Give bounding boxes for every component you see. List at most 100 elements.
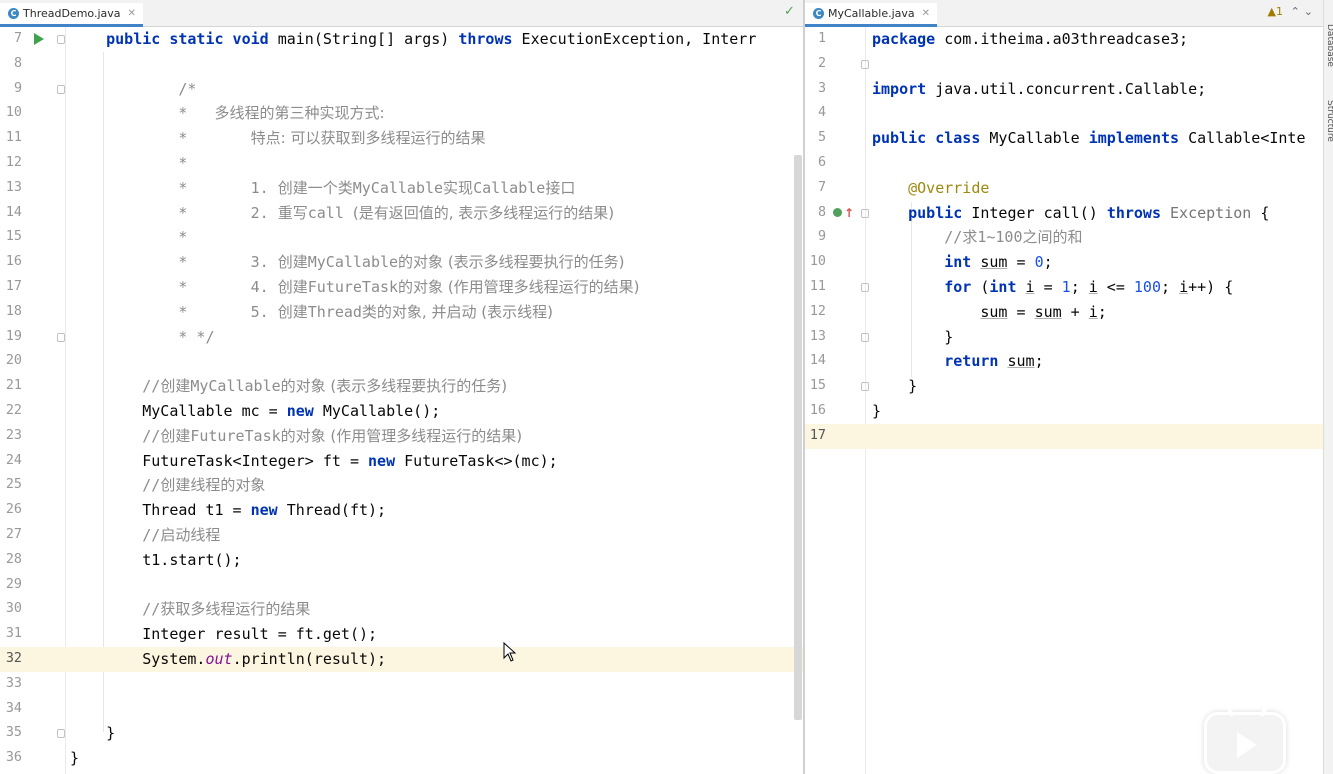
code-editor[interactable]: 1 package com.itheima.a03threadcase3; 2 3 im… — [805, 27, 1323, 774]
code-line[interactable]: 30 //获取多线程运行的结果 — [0, 597, 803, 622]
fold-marker-icon[interactable] — [861, 208, 869, 218]
code-line[interactable]: 16} — [805, 399, 1323, 424]
code-text: @Override — [908, 178, 990, 197]
code-line[interactable]: 28 t1.start(); — [0, 548, 803, 573]
code-line[interactable]: 24 FutureTask<Integer> ft = new FutureTa… — [0, 449, 803, 474]
code-line[interactable]: 14 * 2. 重写call (是有返回值的, 表示多线程运行的结果) — [0, 201, 803, 226]
line-number: 31 — [5, 626, 22, 642]
code-line[interactable]: 34 — [0, 697, 803, 722]
code-line[interactable]: 33 — [0, 672, 803, 697]
run-icon[interactable] — [34, 33, 44, 45]
code-text: t1.start(); — [70, 550, 242, 569]
code-line[interactable]: 15 } — [805, 374, 1323, 399]
code-line[interactable]: 11 for (int i = 1; i <= 100; i++) { — [805, 275, 1323, 300]
close-icon[interactable]: ✕ — [128, 8, 136, 19]
code-line[interactable]: 22 MyCallable mc = new MyCallable(); — [0, 399, 803, 424]
code-line[interactable]: 27 //启动线程 — [0, 523, 803, 548]
code-line[interactable]: 20 — [0, 349, 803, 374]
code-line[interactable]: 15 * — [0, 225, 803, 250]
code-line[interactable]: 29 — [0, 573, 803, 598]
code-line[interactable]: 9 //求1~100之间的和 — [805, 225, 1323, 250]
code-line[interactable]: 10 int sum = 0; — [805, 250, 1323, 275]
code-line[interactable]: 2 — [805, 52, 1323, 77]
code-line[interactable]: 8 — [0, 52, 803, 77]
line-number: 14 — [5, 204, 22, 220]
line-number: 17 — [809, 427, 826, 443]
fold-marker-icon[interactable] — [861, 59, 869, 69]
code-line[interactable]: 36} — [0, 746, 803, 771]
code-line[interactable]: 32 System.out.println(result); — [0, 647, 803, 672]
override-arrow-icon[interactable]: ↑ — [844, 203, 854, 223]
close-icon[interactable]: ✕ — [922, 8, 930, 19]
line-number: 1 — [817, 31, 826, 46]
code-line[interactable]: 21 //创建MyCallable的对象 (表示多线程要执行的任务) — [0, 374, 803, 399]
code-line[interactable]: 18 * 5. 创建Thread类的对象, 并启动 (表示线程) — [0, 300, 803, 325]
code-line[interactable]: 9 /* — [0, 77, 803, 102]
implementation-marker-icon[interactable] — [833, 207, 842, 217]
fold-marker-icon[interactable] — [57, 729, 65, 739]
code-text: public Integer call() throws Exception { — [908, 203, 1270, 222]
fold-marker-icon[interactable] — [861, 382, 869, 392]
line-number: 34 — [5, 700, 22, 716]
line-number: 10 — [5, 105, 22, 121]
code-line[interactable]: 35 } — [0, 721, 803, 746]
fold-marker-icon[interactable] — [861, 332, 869, 342]
warning-indicator[interactable]: ▲1 — [1268, 4, 1283, 20]
code-line[interactable]: 19 * */ — [0, 325, 803, 350]
tab-label: MyCallable.java — [828, 7, 915, 20]
code-line[interactable]: 8 ↑ public Integer call() throws Exceptio… — [805, 201, 1323, 226]
code-line[interactable]: 31 Integer result = ft.get(); — [0, 622, 803, 647]
line-number: 8 — [13, 55, 22, 71]
line-number: 23 — [5, 427, 22, 443]
code-text: //创建MyCallable的对象 (表示多线程要执行的任务) — [142, 377, 508, 396]
structure-tool-tab[interactable]: Structure — [1325, 100, 1333, 142]
code-editor[interactable]: 7 public static void main(String[] args)… — [0, 27, 803, 774]
code-line[interactable]: 11 * 特点: 可以获取到多线程运行的结果 — [0, 126, 803, 151]
line-number: 26 — [5, 502, 22, 518]
fold-marker-icon[interactable] — [57, 84, 65, 94]
code-line[interactable]: 13 * 1. 创建一个类MyCallable实现Callable接口 — [0, 176, 803, 201]
line-number: 11 — [5, 130, 22, 146]
fold-marker-icon[interactable] — [57, 332, 65, 342]
line-number: 29 — [5, 576, 22, 592]
code-line[interactable]: 17 — [805, 423, 1323, 449]
code-line[interactable]: 13 } — [805, 325, 1323, 350]
code-text: * — [178, 228, 188, 247]
code-line[interactable]: 14 return sum; — [805, 349, 1323, 374]
fold-marker-icon[interactable] — [57, 35, 65, 44]
line-number: 16 — [809, 403, 826, 418]
code-line[interactable]: 7 public static void main(String[] args)… — [0, 27, 803, 52]
code-line[interactable]: 12 sum = sum + i; — [805, 300, 1323, 325]
code-line[interactable]: 6 — [805, 151, 1323, 176]
code-line[interactable]: 7 @Override — [805, 176, 1323, 201]
code-text: //启动线程 — [142, 526, 221, 544]
code-line[interactable]: 12 * — [0, 151, 803, 176]
chevron-up-down-icon[interactable]: ⌃⌄ — [1291, 4, 1317, 20]
code-line[interactable]: 5 public class MyCallable implements Call… — [805, 126, 1323, 151]
right-editor-pane: C MyCallable.java ✕ 1 package com.itheima… — [805, 0, 1323, 774]
scrollbar-thumb[interactable] — [794, 155, 802, 720]
line-number: 4 — [817, 105, 826, 121]
video-play-button[interactable] — [1204, 700, 1286, 774]
left-tab-bar: C ThreadDemo.java ✕ — [0, 0, 803, 27]
database-tool-tab[interactable]: Database — [1325, 24, 1333, 67]
line-number: 3 — [817, 80, 826, 96]
fold-marker-icon[interactable] — [861, 283, 869, 292]
line-number: 15 — [5, 229, 22, 245]
code-line[interactable]: 17 * 4. 创建FutureTask的对象 (作用管理多线程运行的结果) — [0, 275, 803, 300]
line-number: 19 — [5, 328, 22, 344]
code-line[interactable]: 26 Thread t1 = new Thread(ft); — [0, 498, 803, 523]
code-line[interactable]: 25 //创建线程的对象 — [0, 473, 803, 498]
line-number: 17 — [5, 279, 22, 294]
tab-threaddemo[interactable]: C ThreadDemo.java ✕ — [0, 3, 143, 27]
code-line[interactable]: 23 //创建FutureTask的对象 (作用管理多线程运行的结果) — [0, 424, 803, 449]
code-line[interactable]: 4 — [805, 101, 1323, 126]
left-editor-pane: C ThreadDemo.java ✕ 7 public static void… — [0, 0, 803, 774]
code-text: * 3. 创建MyCallable的对象 (表示多线程要执行的任务) — [178, 253, 625, 272]
tab-mycallable[interactable]: C MyCallable.java ✕ — [805, 3, 938, 27]
code-line[interactable]: 1 package com.itheima.a03threadcase3; — [805, 27, 1323, 52]
code-line[interactable]: 3 import java.util.concurrent.Callable; — [805, 77, 1323, 102]
code-line[interactable]: 16 * 3. 创建MyCallable的对象 (表示多线程要执行的任务) — [0, 250, 803, 275]
code-text: //求1~100之间的和 — [944, 228, 1083, 247]
code-line[interactable]: 10 * 多线程的第三种实现方式: — [0, 101, 803, 126]
